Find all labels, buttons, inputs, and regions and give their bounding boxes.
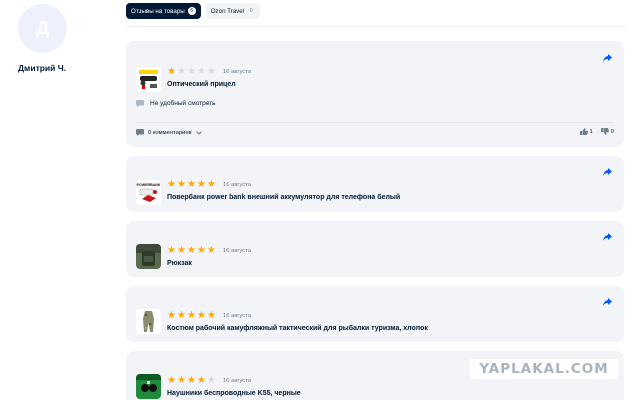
product-title[interactable]: Костюм рабочий камуфляжный тактический д… <box>167 325 428 332</box>
dislike-count: 0 <box>610 128 614 135</box>
tab-count-badge: 6 <box>187 7 196 15</box>
header-divider <box>126 26 626 27</box>
star-icon: ★ <box>196 245 206 256</box>
comment-icon <box>136 100 144 107</box>
comment-icon <box>136 129 144 136</box>
thumbs-up-icon <box>579 128 588 135</box>
star-icon: ★ <box>186 310 196 321</box>
rating-stars: ★ ★ ★ ★ ★ <box>167 311 216 321</box>
star-icon: ★ <box>206 245 216 256</box>
thumbs-down-icon <box>600 128 609 135</box>
dislike-button[interactable]: 0 <box>600 128 614 135</box>
star-icon: ★ <box>167 66 176 77</box>
rating-stars: ★ ★ ★ ★ ★ <box>167 246 216 256</box>
star-icon: ★ <box>206 66 216 77</box>
star-icon: ★ <box>176 375 186 386</box>
thumbnail-caption: POWERBANK <box>137 183 161 187</box>
card-divider <box>136 122 614 123</box>
comments-count: 0 комментариев <box>148 129 192 136</box>
star-icon: ★ <box>196 310 206 321</box>
review-date: 16 августа <box>223 182 252 188</box>
star-icon: ★ <box>196 66 206 77</box>
rating-stars: ★ ★ ★ ★ ★ <box>167 376 216 386</box>
product-thumbnail[interactable] <box>136 244 161 269</box>
tab-label: Отзывы на товары <box>131 7 185 15</box>
star-icon: ★ <box>176 310 186 321</box>
avatar[interactable]: Д <box>18 4 67 53</box>
star-icon: ★ <box>167 245 176 256</box>
star-icon: ★ <box>176 245 186 256</box>
product-thumbnail[interactable] <box>136 374 161 399</box>
review-card: ★ ★ ★ ★ ★ 16 августа Костюм рабочий камуфляж… <box>126 286 624 342</box>
product-thumbnail[interactable] <box>136 67 161 92</box>
review-comment: Не удобный смотреть <box>136 100 216 107</box>
review-card: ★ ★ ★ ★ ★ 16 августа Рюкзак <box>126 221 624 277</box>
comment-text: Не удобный смотреть <box>150 100 216 107</box>
star-icon: ★ <box>206 310 216 321</box>
rating-stars: ★ ★ ★ ★ ★ <box>167 67 216 77</box>
review-tabs: Отзывы на товары 6 Ozon Travel 0 <box>126 3 261 19</box>
review-card: POWERBANK ★ ★ ★ ★ ★ 16 августа Повербанк pow… <box>126 156 624 212</box>
share-icon[interactable] <box>600 51 614 65</box>
product-thumbnail[interactable] <box>136 309 161 334</box>
comments-toggle[interactable]: 0 комментариев <box>136 129 202 136</box>
product-title[interactable]: Оптический прицел <box>167 81 236 88</box>
star-icon: ★ <box>167 310 176 321</box>
review-card: ★ ★ ★ ★ ★ 16 августа Оптический прицел Не уд… <box>126 41 624 147</box>
star-icon: ★ <box>186 179 196 190</box>
chevron-down-icon <box>195 130 202 135</box>
tab-count-badge: 0 <box>249 8 253 14</box>
avatar-letter: Д <box>36 18 49 38</box>
tab-product-reviews[interactable]: Отзывы на товары 6 <box>126 3 201 19</box>
star-icon: ★ <box>186 245 196 256</box>
user-name[interactable]: Дмитрий Ч. <box>18 63 66 73</box>
star-icon: ★ <box>176 66 186 77</box>
product-title[interactable]: Наушники беспроводные K55, черные <box>167 390 301 397</box>
product-title[interactable]: Рюкзак <box>167 260 192 267</box>
star-icon: ★ <box>196 179 206 190</box>
star-icon: ★ <box>206 179 216 190</box>
star-icon: ★ <box>167 375 176 386</box>
like-button[interactable]: 1 <box>579 128 593 135</box>
share-icon[interactable] <box>600 230 614 244</box>
tab-label: Ozon Travel <box>210 7 245 15</box>
review-date: 16 августа <box>223 313 252 319</box>
rating-stars: ★ ★ ★ ★ ★ <box>167 180 216 190</box>
tab-ozon-travel[interactable]: Ozon Travel 0 <box>205 3 261 19</box>
product-title[interactable]: Повербанк power bank внешний аккумулятор… <box>167 194 400 201</box>
star-icon: ★ <box>176 179 186 190</box>
product-thumbnail[interactable]: POWERBANK <box>136 180 161 205</box>
vote-controls: 1 0 <box>579 128 614 135</box>
star-icon: ★ <box>167 179 176 190</box>
star-icon: ★ <box>186 375 196 386</box>
star-icon: ★ <box>186 66 196 77</box>
review-date: 16 августа <box>223 248 252 254</box>
like-count: 1 <box>589 128 593 135</box>
site-watermark: YAPLAKAL.COM <box>470 359 618 379</box>
star-icon: ★ <box>196 375 206 386</box>
star-icon: ★ <box>206 375 216 386</box>
share-icon[interactable] <box>600 295 614 309</box>
share-icon[interactable] <box>600 165 614 179</box>
review-date: 16 августа <box>223 69 252 75</box>
review-date: 16 августа <box>223 378 252 384</box>
